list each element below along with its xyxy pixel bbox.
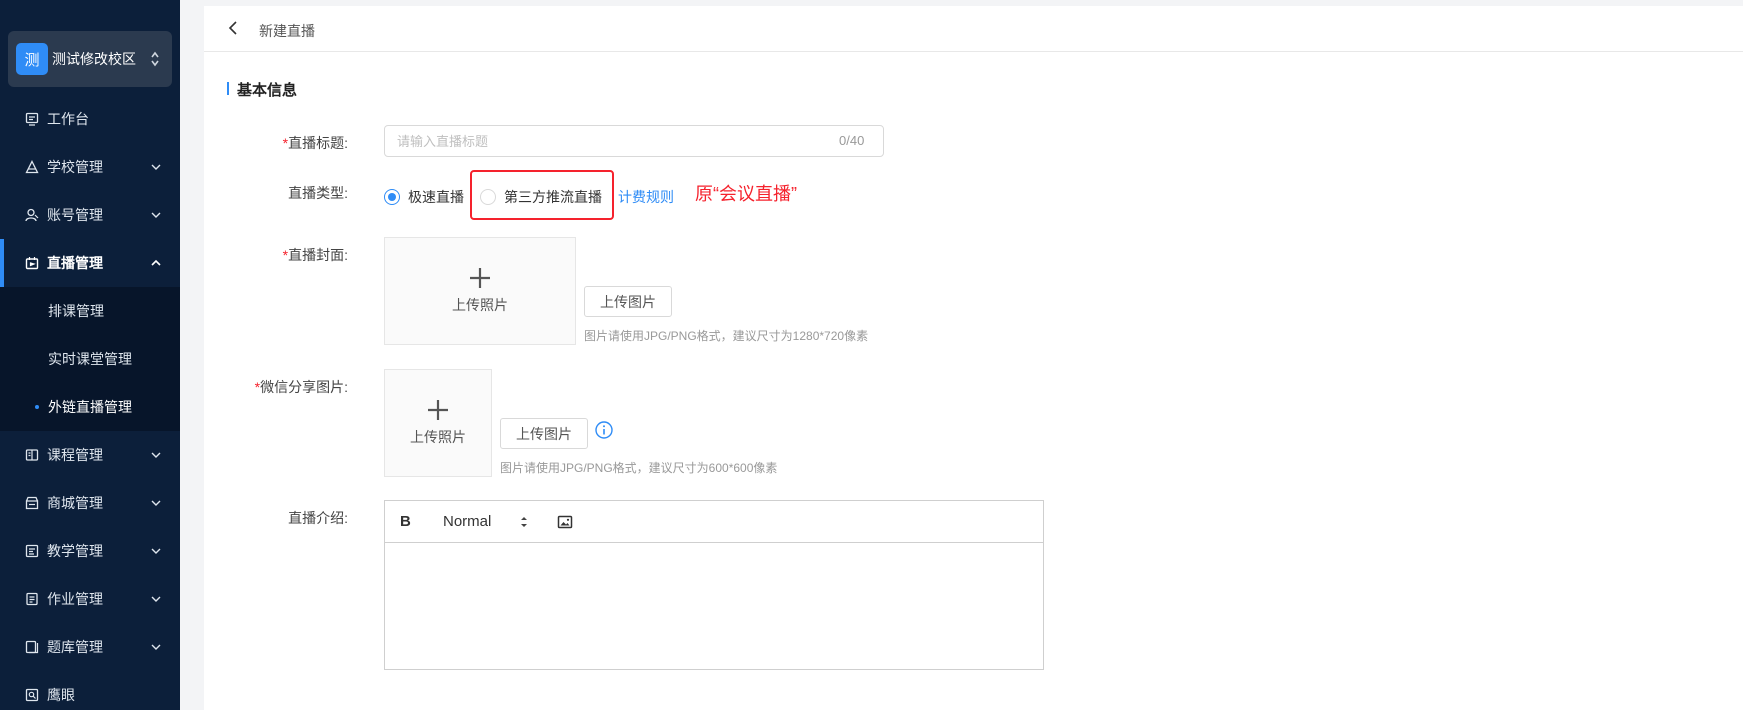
- sidebar-item-label: 商城管理: [47, 495, 103, 511]
- sort-arrows-icon: [151, 51, 159, 67]
- plus-icon: [470, 268, 490, 288]
- page-title: 新建直播: [259, 23, 315, 39]
- share-hint: 图片请使用JPG/PNG格式，建议尺寸为600*600像素: [500, 461, 778, 475]
- billing-rules-link[interactable]: 计费规则: [618, 187, 674, 207]
- sort-arrows-icon: [521, 517, 527, 527]
- section-title: 基本信息: [227, 79, 298, 99]
- course-icon: [25, 449, 39, 461]
- sidebar-subitem-label: 排课管理: [48, 303, 104, 319]
- chevron-down-icon: [151, 596, 161, 602]
- radio-label: 第三方推流直播: [504, 189, 602, 205]
- sidebar-item-account[interactable]: 账号管理: [0, 191, 180, 239]
- sidebar-item-label: 鹰眼: [47, 687, 75, 703]
- cover-field-label: *直播封面:: [282, 247, 348, 263]
- chevron-down-icon: [151, 164, 161, 170]
- question-bank-icon: [25, 640, 39, 654]
- radio-circle: [384, 189, 400, 205]
- sidebar: 测 测试修改校区 工作台 学校管理 账号管理 直播管理 排课管理 实时课堂管理: [0, 0, 180, 710]
- school-logo: 测: [16, 43, 48, 75]
- sidebar-item-question-bank[interactable]: 题库管理: [0, 623, 180, 671]
- live-icon: [25, 257, 39, 270]
- format-select[interactable]: Normal: [443, 513, 491, 530]
- back-arrow-icon[interactable]: [227, 20, 239, 36]
- share-upload-area[interactable]: 上传照片: [384, 369, 492, 477]
- store-icon: [25, 496, 39, 510]
- share-upload-button[interactable]: 上传图片: [500, 418, 588, 449]
- sidebar-item-homework[interactable]: 作业管理: [0, 575, 180, 623]
- homework-icon: [26, 592, 38, 606]
- school-icon: [25, 160, 39, 174]
- sidebar-item-store[interactable]: 商城管理: [0, 479, 180, 527]
- chevron-down-icon: [151, 500, 161, 506]
- image-icon[interactable]: [557, 514, 573, 530]
- sidebar-item-school[interactable]: 学校管理: [0, 143, 180, 191]
- sidebar-subitem-realtime-class[interactable]: 实时课堂管理: [0, 335, 180, 383]
- account-icon: [25, 208, 39, 222]
- radio-circle: [480, 189, 496, 205]
- title-char-counter: 0/40: [839, 133, 865, 148]
- cover-upload-button[interactable]: 上传图片: [584, 286, 672, 317]
- info-icon[interactable]: [595, 421, 613, 439]
- teaching-icon: [25, 544, 39, 558]
- upload-text: 上传照片: [410, 429, 466, 445]
- school-switcher[interactable]: 测 测试修改校区: [8, 31, 172, 87]
- chevron-down-icon: [151, 452, 161, 458]
- sidebar-item-label: 课程管理: [47, 447, 103, 463]
- sidebar-subitem-label: 实时课堂管理: [48, 351, 132, 367]
- bold-button[interactable]: B: [400, 513, 411, 530]
- sidebar-item-eagle-eye[interactable]: 鹰眼: [0, 671, 180, 710]
- chevron-down-icon: [151, 644, 161, 650]
- sidebar-item-label: 教学管理: [47, 543, 103, 559]
- editor-content-area[interactable]: [385, 543, 1043, 669]
- editor-toolbar: B Normal: [385, 501, 1043, 543]
- sidebar-item-dashboard[interactable]: 工作台: [0, 95, 180, 143]
- sidebar-subitem-label: 外链直播管理: [48, 399, 132, 415]
- sidebar-item-live[interactable]: 直播管理: [0, 239, 180, 287]
- page-header: 新建直播: [204, 6, 1743, 52]
- radio-label: 极速直播: [408, 189, 464, 205]
- sidebar-subitem-external-live[interactable]: 外链直播管理: [0, 383, 180, 431]
- sidebar-item-label: 账号管理: [47, 207, 103, 223]
- school-name: 测试修改校区: [52, 51, 136, 67]
- live-submenu: 排课管理 实时课堂管理 外链直播管理: [0, 287, 180, 431]
- title-input[interactable]: [384, 125, 884, 157]
- sidebar-item-label: 工作台: [47, 111, 89, 127]
- active-indicator: [0, 239, 4, 287]
- intro-field-label: 直播介绍:: [288, 510, 348, 526]
- rich-text-editor: B Normal: [384, 500, 1044, 670]
- active-dot: [35, 405, 39, 409]
- sidebar-item-teaching[interactable]: 教学管理: [0, 527, 180, 575]
- radio-third-party-stream[interactable]: 第三方推流直播: [480, 187, 602, 207]
- chevron-down-icon: [151, 548, 161, 554]
- sidebar-item-label: 直播管理: [47, 255, 103, 271]
- radio-fast-live[interactable]: 极速直播: [384, 187, 464, 207]
- cover-hint: 图片请使用JPG/PNG格式，建议尺寸为1280*720像素: [584, 329, 869, 343]
- section-marker: [227, 82, 229, 95]
- sidebar-subitem-schedule[interactable]: 排课管理: [0, 287, 180, 335]
- main-content: 新建直播 基本信息 *直播标题: 0/40 直播类型: 极速直播 第三方推流直播…: [204, 6, 1743, 710]
- plus-icon: [428, 400, 448, 420]
- upload-text: 上传照片: [452, 297, 508, 313]
- cover-upload-area[interactable]: 上传照片: [384, 237, 576, 345]
- sidebar-item-course[interactable]: 课程管理: [0, 431, 180, 479]
- annotation-note: 原“会议直播”: [695, 184, 797, 204]
- eagle-eye-icon: [25, 688, 39, 702]
- chevron-up-icon: [151, 259, 161, 266]
- dashboard-icon: [25, 112, 39, 126]
- share-field-label: *微信分享图片:: [254, 379, 348, 395]
- sidebar-item-label: 学校管理: [47, 159, 103, 175]
- title-field-label: *直播标题:: [282, 135, 348, 151]
- sidebar-item-label: 题库管理: [47, 639, 103, 655]
- chevron-down-icon: [151, 212, 161, 218]
- sidebar-item-label: 作业管理: [47, 591, 103, 607]
- section-title-text: 基本信息: [237, 82, 298, 99]
- type-field-label: 直播类型:: [288, 185, 348, 201]
